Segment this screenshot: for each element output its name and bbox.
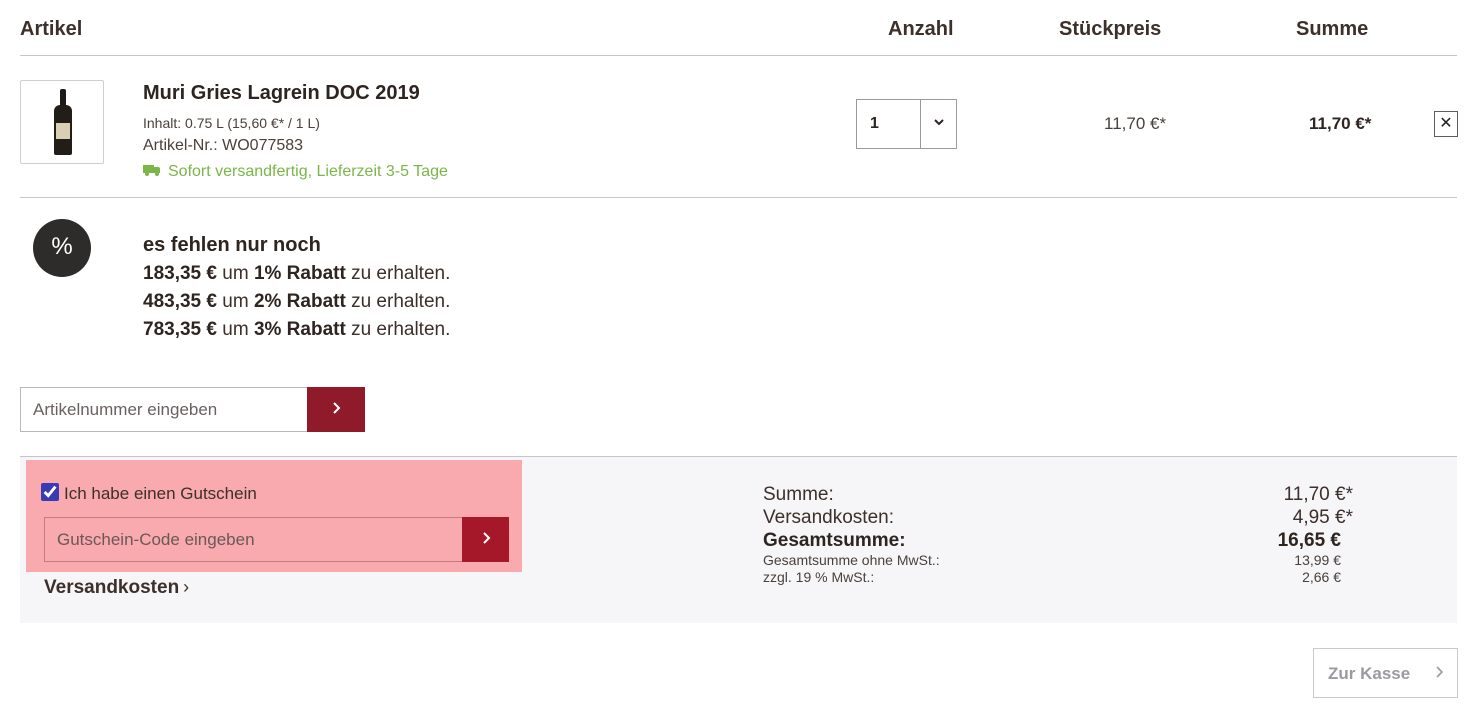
article-number-input[interactable] bbox=[20, 387, 308, 432]
cart-table-header: Artikel Anzahl Stückpreis Summe bbox=[20, 0, 1457, 56]
voucher-checkbox[interactable] bbox=[41, 483, 59, 501]
delivery-status-text: Sofort versandfertig, Lieferzeit 3-5 Tag… bbox=[168, 163, 448, 180]
column-header-sum: Summe bbox=[1296, 18, 1369, 40]
cart-summary: Ich habe einen Gutschein Versandkosten› … bbox=[20, 456, 1457, 623]
discount-tier: 483,35 € um 2% Rabatt zu erhalten. bbox=[143, 291, 451, 312]
shipping-costs-link[interactable]: Versandkosten › bbox=[44, 577, 189, 599]
redeem-voucher-button[interactable] bbox=[462, 517, 509, 562]
column-header-quantity: Anzahl bbox=[888, 18, 954, 40]
product-name-link[interactable]: Muri Gries Lagrein DOC 2019 bbox=[143, 82, 420, 105]
unit-price: 11,70 €* bbox=[1104, 114, 1167, 133]
vat-value: 2,66 € bbox=[1302, 569, 1341, 585]
net-total-label: Gesamtsumme ohne MwSt.: bbox=[763, 552, 940, 568]
product-image[interactable] bbox=[20, 80, 104, 164]
chevron-right-icon bbox=[482, 532, 490, 544]
grand-total-label: Gesamtsumme: bbox=[763, 530, 906, 551]
totals-labels: Summe: Versandkosten: Gesamtsumme: Gesam… bbox=[763, 483, 940, 586]
subtotal-label: Summe: bbox=[763, 484, 834, 505]
remove-item-button[interactable]: ✕ bbox=[1434, 111, 1458, 137]
chevron-down-icon bbox=[934, 119, 944, 126]
quantity-value: 1 bbox=[870, 115, 879, 132]
totals-values: 11,70 €* 4,95 €* 16,65 € 13,99 € 2,66 € bbox=[1120, 483, 1353, 586]
percent-icon: % bbox=[33, 219, 91, 277]
column-header-article: Artikel bbox=[20, 18, 83, 40]
shipping-label: Versandkosten: bbox=[763, 507, 894, 528]
grand-total-value: 16,65 € bbox=[1277, 530, 1341, 551]
net-total-value: 13,99 € bbox=[1294, 552, 1341, 568]
line-total: 11,70 €* bbox=[1309, 114, 1372, 133]
chevron-right-icon: › bbox=[183, 577, 190, 597]
delivery-status: Sofort versandfertig, Lieferzeit 3-5 Tag… bbox=[143, 163, 448, 181]
product-article-number: Artikel-Nr.: WO077583 bbox=[143, 137, 304, 154]
discount-title: es fehlen nur noch bbox=[143, 234, 321, 256]
column-header-unit-price: Stückpreis bbox=[1059, 18, 1162, 40]
truck-icon bbox=[143, 165, 160, 176]
voucher-code-input[interactable] bbox=[44, 517, 463, 562]
wine-bottle-icon bbox=[54, 89, 72, 155]
discount-tier: 183,35 € um 1% Rabatt zu erhalten. bbox=[143, 263, 451, 284]
discount-info: es fehlen nur noch 183,35 € um 1% Rabatt… bbox=[143, 234, 450, 347]
shipping-value: 4,95 €* bbox=[1292, 507, 1353, 528]
product-content: Inhalt: 0.75 L (15,60 €* / 1 L) bbox=[143, 115, 320, 131]
subtotal-value: 11,70 €* bbox=[1283, 484, 1353, 505]
chevron-right-icon bbox=[333, 402, 341, 414]
chevron-right-icon bbox=[1436, 666, 1444, 678]
add-article-button[interactable] bbox=[307, 387, 365, 432]
checkout-button-label: Zur Kasse bbox=[1328, 664, 1411, 683]
quantity-select[interactable]: 1 bbox=[856, 99, 957, 149]
cart-item-row: Muri Gries Lagrein DOC 2019 Inhalt: 0.75… bbox=[20, 56, 1458, 198]
discount-tier: 783,35 € um 3% Rabatt zu erhalten. bbox=[143, 319, 451, 340]
vat-label: zzgl. 19 % MwSt.: bbox=[763, 569, 875, 585]
voucher-checkbox-label[interactable]: Ich habe einen Gutschein bbox=[64, 484, 257, 504]
checkout-button[interactable]: Zur Kasse bbox=[1313, 648, 1458, 698]
